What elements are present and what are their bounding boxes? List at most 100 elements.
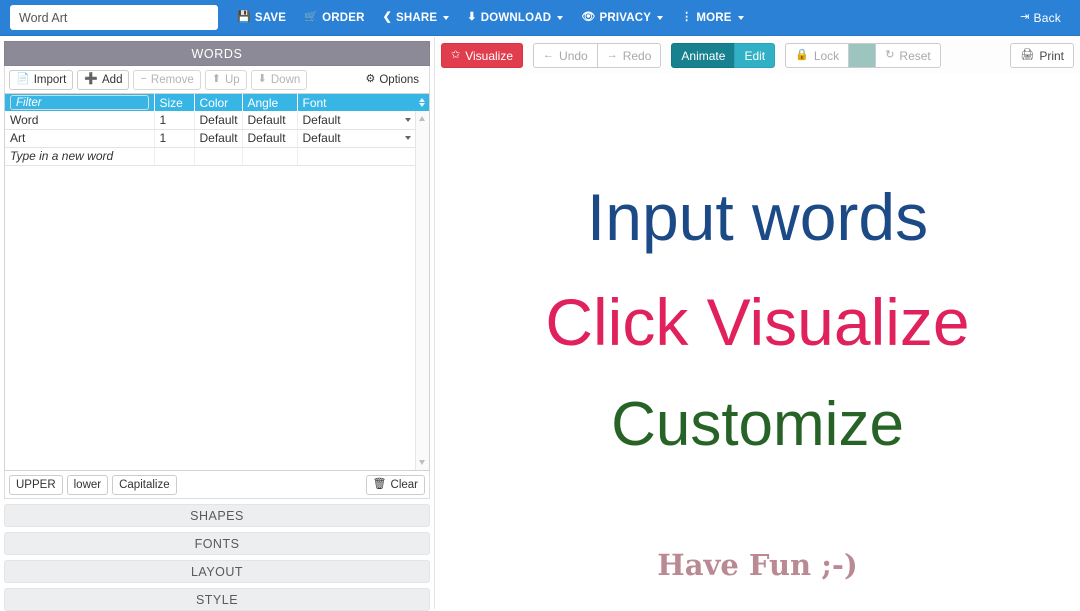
new-word-size[interactable] (154, 147, 195, 166)
table-row[interactable]: Art 1 Default Default Default (5, 129, 417, 148)
section-layout[interactable]: LAYOUT (4, 560, 430, 583)
words-list-scrollbar[interactable] (415, 111, 429, 470)
size-spinner[interactable] (415, 94, 429, 111)
scroll-down-icon[interactable] (419, 460, 425, 465)
import-icon: 📄 (16, 73, 30, 85)
capitalize-button[interactable]: Capitalize (112, 474, 177, 495)
new-word-angle[interactable] (242, 147, 298, 166)
words-table-container: Size Color Angle Font Word 1 Default Def… (4, 93, 430, 471)
top-navbar-right: ⇥ Back (1011, 5, 1070, 31)
lock-button[interactable]: 🔒 Lock (785, 43, 850, 68)
uppercase-button[interactable]: UPPER (9, 474, 63, 495)
nav-more[interactable]: ⋮ MORE (672, 6, 753, 30)
cell-angle[interactable]: Default (242, 111, 298, 130)
new-word-font[interactable] (297, 147, 417, 166)
nav-back[interactable]: ⇥ Back (1011, 5, 1070, 31)
animate-label: Animate (681, 48, 726, 63)
redo-button[interactable]: → Redo (596, 43, 662, 68)
lowercase-button[interactable]: lower (66, 474, 109, 495)
capitalize-label: Capitalize (119, 478, 170, 491)
spinner-up-icon[interactable] (419, 98, 425, 102)
cell-word[interactable]: Art (5, 129, 155, 148)
redo-label: Redo (622, 48, 652, 63)
cell-font[interactable]: Default (297, 111, 417, 130)
up-label: Up (224, 73, 240, 86)
cell-font-label: Default (302, 131, 341, 145)
nav-save-label: SAVE (254, 11, 287, 24)
canvas-word-input-words[interactable]: Input words (435, 184, 1080, 250)
share-icon: ❮ (382, 11, 393, 23)
cell-size[interactable]: 1 (154, 111, 195, 130)
cell-angle[interactable]: Default (242, 129, 298, 148)
gear-icon: ⚙ (365, 73, 376, 85)
clear-label: Clear (390, 478, 418, 491)
print-button[interactable]: 🖨 Print (1010, 43, 1074, 68)
remove-word-button[interactable]: − Remove (133, 69, 201, 90)
wordart-canvas[interactable]: Input words Click Visualize Customize Ha… (435, 74, 1080, 608)
plus-icon: ➕ (84, 73, 98, 85)
top-navbar-items: 💾 SAVE 🛒 ORDER ❮ SHARE ⬇ DOWNLOAD 👁 PRIV… (228, 6, 753, 30)
clear-button[interactable]: 🗑 Clear (365, 474, 425, 495)
wand-icon: ✩ (451, 49, 461, 61)
background-color-swatch[interactable] (848, 43, 877, 68)
move-up-button[interactable]: ⬆ Up (204, 69, 247, 90)
lock-icon: 🔒 (795, 49, 809, 61)
refresh-icon: ↻ (885, 49, 895, 61)
nav-order[interactable]: 🛒 ORDER (295, 6, 373, 30)
column-angle[interactable]: Angle (242, 94, 298, 111)
new-word-input[interactable]: Type in a new word (5, 147, 155, 166)
column-color[interactable]: Color (194, 94, 243, 111)
cell-font[interactable]: Default (297, 129, 417, 148)
visualize-label: Visualize (465, 48, 514, 63)
uppercase-label: UPPER (16, 478, 56, 491)
visualize-button[interactable]: ✩ Visualize (441, 43, 524, 68)
nav-share[interactable]: ❮ SHARE (374, 6, 459, 30)
canvas-word-customize[interactable]: Customize (435, 394, 1080, 456)
edit-button[interactable]: Edit (734, 43, 776, 68)
top-navbar: 💾 SAVE 🛒 ORDER ❮ SHARE ⬇ DOWNLOAD 👁 PRIV… (0, 0, 1080, 36)
reset-button[interactable]: ↻ Reset (875, 43, 941, 68)
spinner-down-icon[interactable] (419, 103, 425, 107)
undo-button[interactable]: ← Undo (533, 43, 598, 68)
move-down-button[interactable]: ⬇ Down (250, 69, 308, 90)
section-shapes[interactable]: SHAPES (4, 504, 430, 527)
canvas-word-have-fun[interactable]: Have Fun ;-) (435, 551, 1080, 580)
project-title-input[interactable] (10, 5, 218, 30)
eye-icon: 👁 (581, 11, 596, 23)
chevron-down-icon (737, 15, 744, 20)
chevron-down-icon (557, 15, 564, 20)
new-word-row[interactable]: Type in a new word (5, 147, 417, 166)
add-word-button[interactable]: ➕ Add (77, 69, 130, 90)
column-font[interactable]: Font (297, 94, 416, 111)
canvas-word-click-visualize[interactable]: Click Visualize (435, 289, 1080, 355)
words-panel-header: WORDS (4, 41, 430, 66)
trash-icon: 🗑 (372, 478, 387, 490)
nav-download[interactable]: ⬇ DOWNLOAD (458, 6, 572, 30)
cell-color[interactable]: Default (194, 129, 243, 148)
nav-privacy-label: PRIVACY (599, 11, 652, 24)
nav-save[interactable]: 💾 SAVE (228, 6, 295, 30)
filter-input[interactable] (10, 95, 149, 111)
section-fonts[interactable]: FONTS (4, 532, 430, 555)
import-button[interactable]: 📄 Import (9, 69, 74, 90)
chevron-down-icon (404, 136, 411, 140)
nav-more-label: MORE (696, 11, 732, 24)
nav-privacy[interactable]: 👁 PRIVACY (572, 6, 672, 30)
column-size[interactable]: Size (154, 94, 195, 111)
section-style[interactable]: STYLE (4, 588, 430, 611)
section-layout-label: LAYOUT (190, 564, 244, 579)
nav-order-label: ORDER (322, 11, 365, 24)
chevron-down-icon (404, 117, 411, 122)
save-icon: 💾 (237, 11, 251, 23)
words-panel-title: WORDS (191, 46, 243, 61)
new-word-color[interactable] (194, 147, 243, 166)
cell-color[interactable]: Default (194, 111, 243, 130)
options-button[interactable]: ⚙ Options (359, 69, 425, 90)
table-row[interactable]: Word 1 Default Default Default (5, 111, 417, 130)
section-fonts-label: FONTS (194, 536, 240, 551)
scroll-up-icon[interactable] (419, 116, 425, 121)
animate-button[interactable]: Animate (671, 43, 736, 68)
cell-word[interactable]: Word (5, 111, 155, 130)
print-label: Print (1039, 48, 1064, 63)
cell-size[interactable]: 1 (154, 129, 195, 148)
